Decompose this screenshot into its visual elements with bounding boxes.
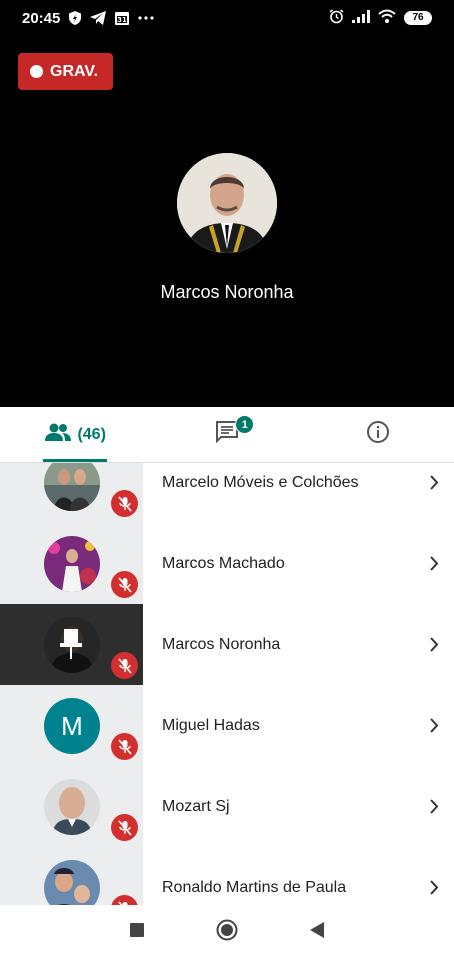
- svg-text:31: 31: [118, 16, 128, 24]
- muted-mic-icon: [111, 895, 138, 905]
- participant-row[interactable]: Mozart Sj: [0, 766, 454, 847]
- recording-indicator[interactable]: GRAV.: [18, 53, 113, 90]
- participant-avatar: [44, 779, 100, 835]
- participant-thumb: [0, 847, 143, 905]
- battery-indicator: 76: [404, 11, 432, 25]
- home-button[interactable]: [216, 919, 238, 946]
- recording-label: GRAV.: [50, 62, 99, 80]
- participant-thumb: [0, 766, 143, 847]
- participant-row[interactable]: Marcos Machado: [0, 523, 454, 604]
- system-nav-bar: [0, 905, 454, 960]
- chevron-right-icon[interactable]: [414, 847, 454, 905]
- participant-name: Marcelo Móveis e Colchões: [162, 473, 359, 491]
- tab-bar: (46) 1: [0, 407, 454, 463]
- participant-count: (46): [77, 425, 106, 443]
- status-bar: 20:45 31 76: [0, 0, 454, 36]
- chevron-right-icon[interactable]: [414, 604, 454, 685]
- participant-name: Marcos Machado: [162, 554, 285, 572]
- wifi-icon: [378, 9, 396, 27]
- participant-row[interactable]: M Miguel Hadas: [0, 685, 454, 766]
- participant-name: Mozart Sj: [162, 797, 230, 815]
- pin-icon: [60, 629, 82, 664]
- telegram-icon: [90, 11, 107, 25]
- participant-avatar: [44, 463, 100, 511]
- alarm-icon: [329, 8, 344, 28]
- muted-mic-icon: [111, 814, 138, 841]
- chat-unread-badge: 1: [235, 415, 255, 434]
- tab-info[interactable]: [303, 407, 454, 462]
- calendar-icon: 31: [115, 11, 130, 25]
- speaker-name: Marcos Noronha: [160, 282, 294, 302]
- participant-row[interactable]: Ronaldo Martins de Paula: [0, 847, 454, 905]
- participant-row[interactable]: Marcelo Móveis e Colchões: [0, 463, 454, 523]
- muted-mic-icon: [111, 571, 138, 598]
- more-notifications-icon: [138, 16, 154, 20]
- info-icon: [366, 420, 390, 449]
- participant-row[interactable]: Marcos Noronha: [0, 604, 454, 685]
- chevron-right-icon[interactable]: [414, 766, 454, 847]
- muted-mic-icon: [111, 733, 138, 760]
- chevron-right-icon[interactable]: [414, 523, 454, 604]
- main-video-area[interactable]: GRAV. Marcos Noronha: [0, 36, 454, 407]
- participant-avatar-letter: M: [44, 698, 100, 754]
- chevron-right-icon[interactable]: [414, 463, 454, 523]
- back-button[interactable]: [310, 922, 324, 943]
- participant-name: Marcos Noronha: [162, 635, 281, 653]
- participant-name: Miguel Hadas: [162, 716, 260, 734]
- signal-icon: [352, 9, 370, 27]
- participant-name: Ronaldo Martins de Paula: [162, 878, 347, 896]
- status-time: 20:45: [22, 9, 61, 27]
- participant-thumb: [0, 604, 143, 685]
- participant-avatar: [44, 536, 100, 592]
- record-dot-icon: [30, 65, 43, 78]
- participant-list[interactable]: Marcelo Móveis e Colchões Marcos Machado: [0, 463, 454, 905]
- participant-thumb: M: [0, 685, 143, 766]
- muted-mic-icon: [111, 652, 138, 679]
- speaker-avatar: [177, 153, 277, 253]
- chevron-right-icon[interactable]: [414, 685, 454, 766]
- tab-participants[interactable]: (46): [0, 407, 151, 462]
- participant-thumb: [0, 463, 143, 523]
- people-icon: [45, 423, 72, 446]
- tab-chat[interactable]: 1: [151, 407, 302, 462]
- muted-mic-icon: [111, 490, 138, 517]
- participant-thumb: [0, 523, 143, 604]
- participant-avatar: [44, 860, 100, 905]
- shield-icon: [69, 11, 82, 25]
- recents-button[interactable]: [130, 923, 144, 942]
